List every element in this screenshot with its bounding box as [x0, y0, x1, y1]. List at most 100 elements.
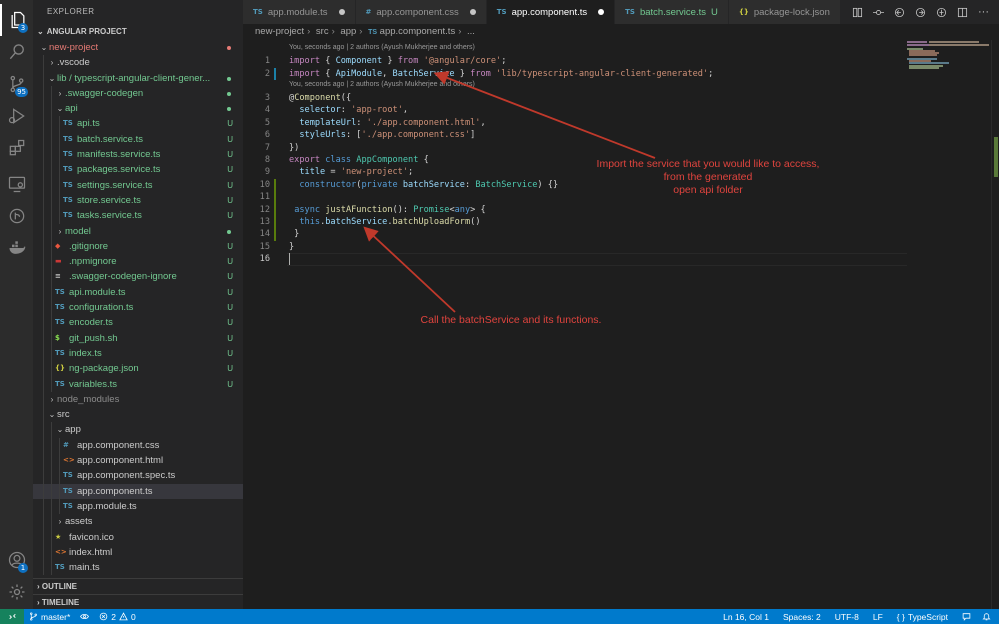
extensions-icon[interactable]	[0, 132, 33, 164]
codelens-authors[interactable]: You, seconds ago | 2 authors (Ayush Mukh…	[289, 43, 475, 53]
tree-item-label: node_modules	[57, 393, 120, 405]
source-control-icon[interactable]: 95	[0, 68, 33, 100]
indent-guide	[51, 483, 52, 499]
cursor-position[interactable]: Ln 16, Col 1	[716, 612, 776, 622]
search-icon[interactable]	[0, 36, 33, 68]
code-token: 'app-root'	[351, 105, 403, 116]
language-mode[interactable]: { } TypeScript	[890, 612, 955, 622]
unsaved-dot-icon[interactable]	[598, 9, 605, 15]
tree-file[interactable]: <> index.html	[33, 544, 243, 561]
arrow-right-icon[interactable]	[915, 7, 926, 18]
arrow-left-icon[interactable]	[894, 7, 905, 18]
tree-file[interactable]: TS variables.ts U	[33, 376, 243, 392]
tree-file[interactable]: <> app.component.html	[33, 453, 243, 469]
indent-guide	[43, 498, 44, 515]
tree-folder[interactable]: ⌄ app	[33, 422, 243, 438]
editor-tab[interactable]: TS app.module.ts	[243, 0, 356, 24]
unsaved-dot-icon[interactable]	[338, 9, 345, 15]
tree-file[interactable]: ▬ .npmignore U	[33, 254, 243, 270]
tree-folder[interactable]: › .swagger-codegen	[33, 85, 243, 102]
workspace-section-header[interactable]: ⌄ ANGULAR PROJECT	[33, 24, 243, 40]
typescript-file-icon: TS	[63, 119, 73, 128]
tree-file[interactable]: TS encoder.ts U	[33, 315, 243, 331]
feedback-button[interactable]	[955, 612, 978, 621]
timeline-section-header[interactable]: › TIMELINE	[33, 594, 243, 609]
code-line: }	[289, 228, 299, 240]
tree-file[interactable]: TS api.module.ts U	[33, 284, 243, 301]
tree-file[interactable]: # app.component.css	[33, 437, 243, 454]
tree-folder[interactable]: ⌄ api	[33, 101, 243, 117]
tree-file[interactable]: TS app.component.spec.ts	[33, 468, 243, 484]
editor-tab[interactable]: {} package-lock.json	[728, 0, 841, 24]
indentation[interactable]: Spaces: 2	[776, 612, 828, 622]
tree-item-label: src	[57, 409, 70, 421]
codelens-authors[interactable]: You, seconds ago | 2 authors (Ayush Mukh…	[289, 80, 475, 90]
accounts-icon[interactable]: 1	[0, 544, 33, 576]
minimap[interactable]	[905, 40, 991, 70]
gitlens-icon[interactable]	[0, 200, 33, 232]
text-cursor	[289, 253, 290, 266]
breadcrumb-item[interactable]: app	[340, 26, 356, 37]
tree-file[interactable]: $ git_push.sh U	[33, 330, 243, 346]
vertical-scrollbar[interactable]	[991, 40, 999, 609]
tree-file[interactable]: TS configuration.ts U	[33, 300, 243, 316]
unsaved-dot-icon[interactable]	[469, 9, 476, 15]
outline-section-header[interactable]: › OUTLINE	[33, 578, 243, 593]
explorer-icon[interactable]: 3	[0, 4, 33, 36]
tree-item-label: index.html	[69, 546, 113, 558]
tree-file[interactable]: TS app.component.ts	[33, 483, 243, 499]
remote-explorer-icon[interactable]	[0, 168, 33, 200]
tree-file[interactable]: TS settings.service.ts U	[33, 177, 243, 193]
tree-file[interactable]: ★ favicon.ico	[33, 529, 243, 545]
branch-status[interactable]: master*	[24, 612, 75, 622]
tree-file[interactable]: TS batch.service.ts U	[33, 131, 243, 148]
minimap-line	[907, 41, 927, 43]
docker-icon[interactable]	[0, 232, 33, 264]
code-token: {	[418, 155, 429, 165]
typescript-file-icon: TS	[55, 379, 65, 388]
indent-guide	[43, 147, 44, 163]
error-icon	[100, 612, 108, 621]
tree-folder[interactable]: ⌄ new-project	[33, 40, 243, 55]
editor-tab[interactable]: TS batch.service.ts U	[615, 0, 729, 24]
tree-folder[interactable]: ⌄ lib / typescript-angular-client-gener..…	[33, 70, 243, 86]
end-of-line[interactable]: LF	[866, 612, 890, 622]
run-debug-icon[interactable]	[0, 100, 33, 132]
tree-file[interactable]: TS manifests.service.ts U	[33, 147, 243, 163]
live-share-status[interactable]	[75, 612, 94, 621]
tree-file[interactable]: ◆ .gitignore U	[33, 238, 243, 255]
tree-folder[interactable]: ⌄ src	[33, 407, 243, 423]
tree-file[interactable]: TS tasks.service.ts U	[33, 208, 243, 224]
notifications-button[interactable]	[978, 612, 999, 621]
tree-item-label: variables.ts	[69, 378, 118, 390]
tree-file[interactable]: TS api.ts U	[33, 116, 243, 132]
tree-file[interactable]: TS app.module.ts	[33, 498, 243, 515]
open-changes-icon[interactable]	[936, 7, 947, 18]
editor-tab[interactable]: # app.component.css	[355, 0, 487, 24]
more-actions-icon[interactable]: ···	[978, 6, 989, 18]
tree-folder[interactable]: › node_modules	[33, 391, 243, 408]
tree-file[interactable]: TS store.service.ts U	[33, 192, 243, 209]
git-commit-icon[interactable]	[873, 7, 884, 18]
compare-changes-icon[interactable]	[852, 7, 863, 18]
tree-file[interactable]: TS main.ts	[33, 560, 243, 576]
breadcrumb-item[interactable]: ...	[467, 26, 475, 37]
tree-file[interactable]: TS index.ts U	[33, 345, 243, 362]
code-editor[interactable]: You, seconds ago | 2 authors (Ayush Mukh…	[243, 40, 999, 609]
tree-folder[interactable]: › assets	[33, 514, 243, 530]
breadcrumb-item[interactable]: new-project	[255, 26, 304, 37]
settings-gear-icon[interactable]	[0, 576, 33, 608]
encoding[interactable]: UTF-8	[828, 612, 866, 622]
remote-indicator[interactable]	[0, 609, 24, 624]
tree-file[interactable]: {} ng-package.json U	[33, 361, 243, 377]
tree-folder[interactable]: › .vscode	[33, 55, 243, 71]
tree-folder[interactable]: › model	[33, 223, 243, 239]
tree-file[interactable]: ≡ .swagger-codegen-ignore U	[33, 269, 243, 285]
editor-tab[interactable]: TS app.component.ts	[486, 0, 616, 24]
tree-file[interactable]: TS packages.service.ts U	[33, 162, 243, 178]
problems-status[interactable]: 2 0	[94, 612, 140, 622]
split-editor-icon[interactable]	[957, 7, 968, 18]
breadcrumb-item[interactable]: src	[316, 26, 329, 37]
breadcrumb-item[interactable]: app.component.ts	[380, 26, 456, 37]
